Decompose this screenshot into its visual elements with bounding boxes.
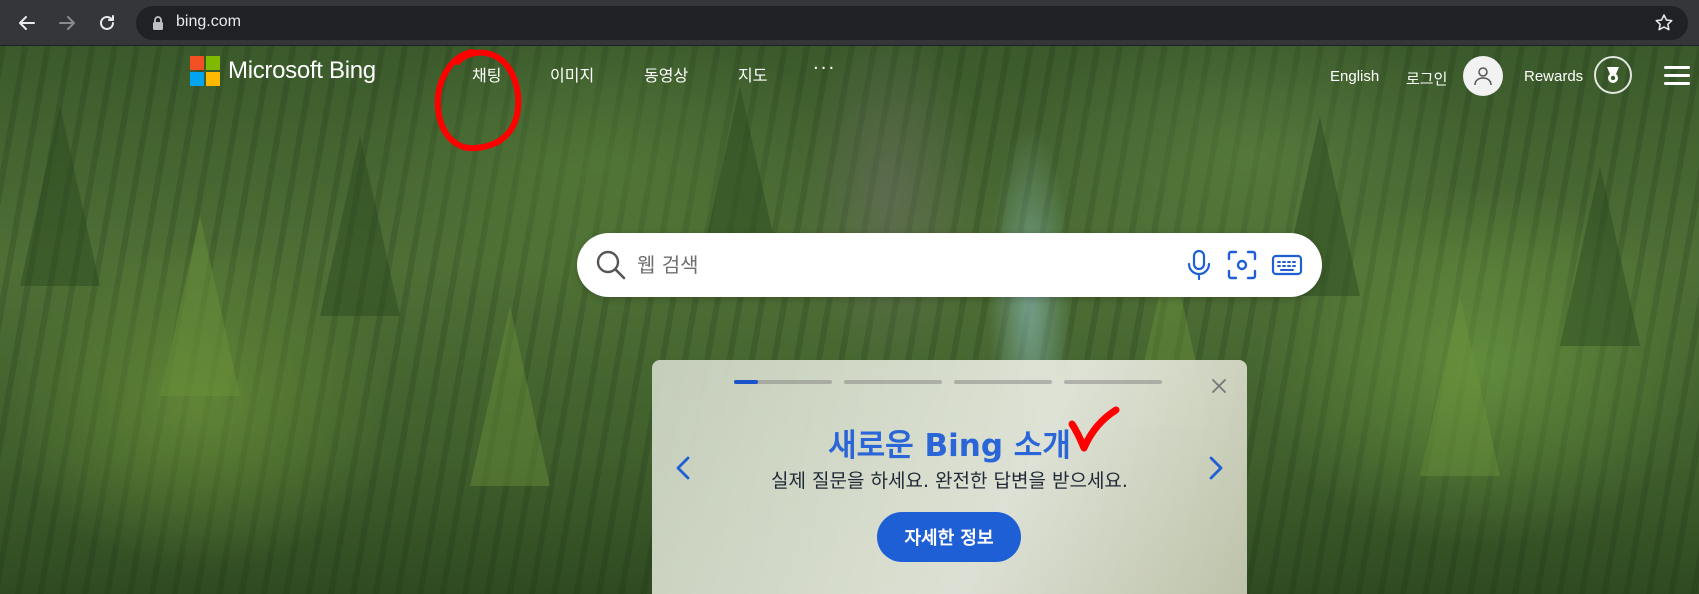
voice-search-button[interactable] [1181,247,1217,283]
url-text: bing.com [176,13,241,30]
carousel-indicator[interactable] [734,380,832,384]
back-button[interactable] [12,8,42,38]
bing-logo[interactable]: Microsoft Bing [190,56,376,86]
forward-arrow-icon [59,16,75,30]
microsoft-logo-icon [190,56,220,86]
search-icon[interactable] [595,249,627,281]
address-bar[interactable]: bing.com [136,6,1688,40]
close-icon[interactable] [1209,376,1229,396]
user-icon [1474,67,1492,86]
promo-subtitle: 실제 질문을 하세요. 완전한 답변을 받으세요. [771,470,1128,492]
search-input[interactable] [637,247,1137,283]
login-link[interactable]: 로그인 [1406,68,1447,89]
learn-more-button[interactable]: 자세한 정보 [877,512,1021,562]
carousel-progress [734,380,1164,384]
nav-videos[interactable]: 동영상 [644,62,688,86]
rewards-badge[interactable] [1594,56,1632,94]
visual-search-icon [1227,250,1257,280]
background-tree [470,306,550,486]
bookmark-star-icon[interactable] [1654,13,1674,33]
new-bing-promo-card: 새로운 Bing 소개 실제 질문을 하세요. 완전한 답변을 받으세요. 자세… [652,360,1247,594]
search-box [577,233,1322,297]
nav-chat[interactable]: 채팅 [472,62,501,86]
background-tree [1560,166,1640,346]
carousel-indicator[interactable] [954,380,1052,384]
lock-icon [153,16,163,30]
menu-button[interactable] [1664,66,1690,86]
trophy-medal-icon [1607,67,1619,83]
reload-button[interactable] [92,8,122,38]
nav-more[interactable]: ··· [813,58,836,79]
chevron-right-icon[interactable] [1203,454,1227,482]
bing-homepage: Microsoft Bing 채팅 이미지 동영상 지도 ··· English… [0,46,1699,594]
forward-button[interactable] [52,8,82,38]
hamburger-menu-icon [1664,66,1690,69]
background-tree [20,106,100,286]
background-tree [160,216,240,396]
rewards-link[interactable]: Rewards [1524,68,1583,85]
carousel-indicator[interactable] [1064,380,1162,384]
keyboard-icon [1271,254,1303,276]
browser-toolbar: bing.com [0,0,1699,46]
avatar[interactable] [1463,56,1503,96]
carousel-indicator[interactable] [844,380,942,384]
chevron-left-icon[interactable] [672,454,696,482]
microphone-icon [1187,249,1211,281]
reload-icon [100,15,114,30]
language-link[interactable]: English [1330,68,1379,85]
logo-text: Microsoft Bing [228,57,376,84]
keyboard-button[interactable] [1269,247,1305,283]
background-tree [320,136,400,316]
nav-maps[interactable]: 지도 [738,62,767,86]
visual-search-button[interactable] [1224,247,1260,283]
background-tree [1420,296,1500,476]
promo-title: 새로운 Bing 소개 [828,428,1071,464]
nav-images[interactable]: 이미지 [550,62,594,86]
back-arrow-icon [19,16,35,30]
